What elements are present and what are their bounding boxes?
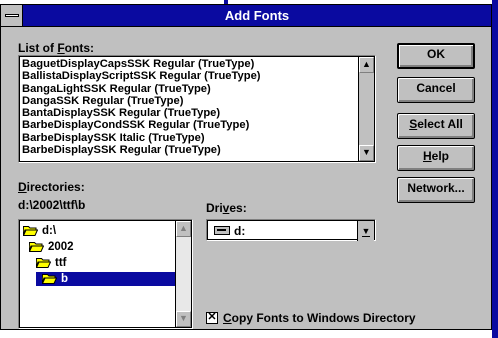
drives-label: Drives: bbox=[206, 201, 247, 215]
network-button[interactable]: Network... bbox=[397, 177, 475, 203]
directory-item-2002[interactable]: 2002 bbox=[29, 240, 74, 254]
directory-item-label: 2002 bbox=[48, 241, 74, 253]
current-directory-path: d:\2002\ttf\b bbox=[18, 198, 86, 212]
help-accel: H bbox=[422, 149, 432, 163]
font-list-item[interactable]: BarbeDisplaySSK Italic (TrueType) bbox=[20, 132, 357, 144]
system-menu-button[interactable] bbox=[1, 5, 23, 26]
drives-label-prefix: Dri bbox=[206, 201, 223, 215]
font-list-item[interactable]: BangaLightSSK Regular (TrueType) bbox=[20, 83, 357, 95]
select-all-rest: elect All bbox=[417, 117, 463, 131]
drives-dropdown[interactable]: d: ▼ bbox=[206, 219, 376, 241]
font-list-scrollbar[interactable]: ▲ ▼ bbox=[358, 57, 374, 161]
scroll-down-icon[interactable]: ▼ bbox=[359, 145, 374, 161]
select-all-button[interactable]: Select All bbox=[397, 113, 475, 139]
dropdown-arrow-glyph: ▼ bbox=[361, 226, 371, 237]
dropdown-arrow-icon[interactable]: ▼ bbox=[357, 221, 374, 241]
font-list-label-accel: F bbox=[57, 41, 65, 55]
font-list-item[interactable]: BaguetDisplayCapsSSK Regular (TrueType) bbox=[20, 58, 357, 70]
selected-drive: d: bbox=[234, 224, 246, 238]
directory-item-label: ttf bbox=[55, 257, 67, 269]
copy-fonts-checkbox[interactable]: ✕ bbox=[206, 312, 218, 324]
directories-label-accel: D bbox=[18, 180, 27, 194]
directories-label: Directories: bbox=[18, 180, 85, 194]
directory-tree[interactable]: d:\ 2002 ttf b ▲ ▼ bbox=[18, 219, 193, 329]
ok-button[interactable]: OK bbox=[397, 43, 475, 69]
open-folder-icon bbox=[36, 258, 51, 269]
font-list[interactable]: BaguetDisplayCapsSSK Regular (TrueType) … bbox=[18, 55, 376, 163]
open-folder-icon bbox=[23, 226, 38, 237]
directory-item-ttf[interactable]: ttf bbox=[36, 256, 67, 270]
cancel-button[interactable]: Cancel bbox=[397, 77, 475, 103]
directories-label-rest: irectories: bbox=[26, 180, 85, 194]
directory-item-label: d:\ bbox=[42, 225, 57, 237]
open-folder-icon bbox=[42, 274, 57, 285]
directory-item-root[interactable]: d:\ bbox=[23, 224, 56, 238]
window-title: Add Fonts bbox=[224, 8, 290, 23]
open-folder-icon bbox=[29, 242, 44, 253]
directory-item-b-selected[interactable]: b bbox=[36, 272, 176, 286]
font-list-item[interactable]: BarbeDisplayCondSSK Regular (TrueType) bbox=[20, 119, 357, 131]
font-list-item[interactable]: BarbeDisplaySSK Regular (TrueType) bbox=[20, 144, 357, 156]
system-menu-icon bbox=[5, 14, 19, 17]
help-button[interactable]: Help bbox=[397, 145, 475, 171]
font-list-item[interactable]: BantaDisplaySSK Regular (TrueType) bbox=[20, 107, 357, 119]
add-fonts-dialog: Add Fonts List of Fonts: BaguetDisplayCa… bbox=[0, 4, 492, 330]
copy-fonts-label-rest: opy Fonts to Windows Directory bbox=[231, 311, 416, 325]
font-list-label-prefix: List of bbox=[18, 41, 58, 55]
drives-label-suffix: es: bbox=[229, 201, 247, 215]
title-bar[interactable]: Add Fonts bbox=[1, 5, 491, 27]
font-list-label: List of Fonts: bbox=[18, 41, 94, 55]
scroll-up-icon[interactable]: ▲ bbox=[176, 221, 191, 237]
scroll-down-icon[interactable]: ▼ bbox=[176, 311, 191, 327]
font-list-item[interactable]: DangaSSK Regular (TrueType) bbox=[20, 95, 357, 107]
scroll-up-icon[interactable]: ▲ bbox=[359, 57, 374, 73]
drive-icon bbox=[214, 226, 230, 235]
desktop-background-right bbox=[492, 0, 498, 338]
copy-fonts-label-accel: C bbox=[223, 311, 232, 325]
copy-fonts-label[interactable]: Copy Fonts to Windows Directory bbox=[223, 311, 416, 325]
font-list-label-suffix: onts: bbox=[64, 41, 94, 55]
directory-tree-scrollbar[interactable]: ▲ ▼ bbox=[175, 221, 191, 327]
font-list-item[interactable]: BallistaDisplayScriptSSK Regular (TrueTy… bbox=[20, 70, 357, 82]
directory-item-label: b bbox=[61, 273, 69, 285]
help-rest: elp bbox=[431, 149, 449, 163]
